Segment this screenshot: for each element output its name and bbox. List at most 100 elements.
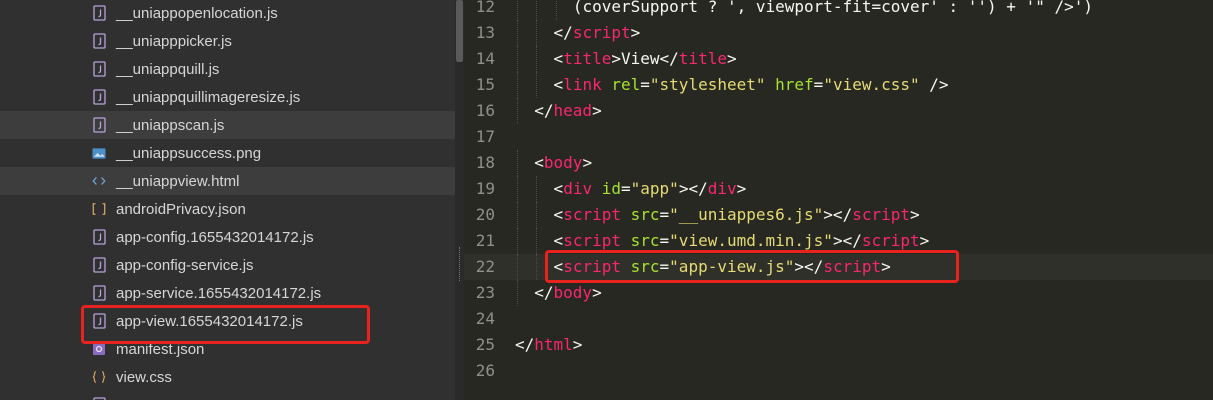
js-file-icon xyxy=(92,60,106,78)
code-token: > xyxy=(592,101,602,120)
code-token: /> xyxy=(919,75,949,94)
indent-guide xyxy=(536,46,538,72)
file-tree-item[interactable]: __uniappscan.js xyxy=(0,111,455,139)
pane-splitter-grip[interactable] xyxy=(459,247,462,281)
code-token: </ xyxy=(515,335,535,354)
code-line[interactable]: 17 xyxy=(464,124,1213,150)
indent-guide xyxy=(517,254,518,280)
code-token: script xyxy=(861,231,920,250)
file-tree-item[interactable]: app-config-service.js xyxy=(0,251,455,279)
file-name: __uniappsuccess.png xyxy=(116,144,262,162)
code-line[interactable]: 20 <script src="__uniappes6.js"></script> xyxy=(464,202,1213,228)
line-number: 12 xyxy=(475,0,495,16)
line-number: 24 xyxy=(475,309,495,328)
code-editor[interactable]: 12 (coverSupport ? ', viewport-fit=cover'… xyxy=(464,0,1213,400)
file-tree-item[interactable]: androidPrivacy.json xyxy=(0,195,455,223)
code-token: </ xyxy=(534,101,554,120)
code-line[interactable]: 24 xyxy=(464,306,1213,332)
code-token: > xyxy=(910,205,920,224)
line-number: 17 xyxy=(475,127,495,146)
line-code: <title>View</title> xyxy=(554,46,737,72)
code-token: < xyxy=(553,179,564,198)
file-tree-item[interactable]: __uniappopenlocation.js xyxy=(0,0,455,27)
css-file-icon-glyph xyxy=(92,371,106,383)
indent-guide xyxy=(536,0,538,20)
file-name: app-service.1655432014172.js xyxy=(116,284,322,302)
line-number: 20 xyxy=(475,205,495,224)
code-line[interactable]: 23 </body> xyxy=(464,280,1213,306)
file-tree-item[interactable]: __uniappview.html xyxy=(0,167,455,195)
file-name: __uniapppicker.js xyxy=(116,32,232,50)
line-number: 21 xyxy=(475,231,495,250)
code-line[interactable]: 12 (coverSupport ? ', viewport-fit=cover'… xyxy=(464,0,1213,20)
indent-guide xyxy=(517,72,518,98)
indent-guide xyxy=(536,228,538,254)
indent-guide xyxy=(517,0,518,20)
indent-guide xyxy=(517,228,518,254)
code-token: > xyxy=(630,23,641,42)
json-file-icon-glyph xyxy=(92,203,106,215)
line-number: 26 xyxy=(475,361,495,380)
code-token: body xyxy=(543,153,583,172)
line-code: </head> xyxy=(534,98,601,124)
sidebar-scrollbar[interactable] xyxy=(455,0,464,400)
code-token: < xyxy=(553,205,564,224)
code-token: < xyxy=(553,231,564,250)
line-number: 25 xyxy=(475,335,495,354)
code-line[interactable]: 15 <link rel="stylesheet" href="view.css"… xyxy=(464,72,1213,98)
line-number: 19 xyxy=(475,179,495,198)
file-tree-item[interactable]: __uniappquillimageresize.js xyxy=(0,83,455,111)
line-code: </body> xyxy=(534,280,601,306)
line-code: <link rel="stylesheet" href="view.css" /… xyxy=(554,72,949,98)
file-tree-item[interactable]: app-config.1655432014172.js xyxy=(0,223,455,251)
code-token: = xyxy=(813,75,824,94)
code-line[interactable]: 19 <div id="app"></div> xyxy=(464,176,1213,202)
line-code: <script src="__uniappes6.js"></script> xyxy=(554,202,920,228)
indent-guide xyxy=(517,202,518,228)
indent-guide xyxy=(536,72,538,98)
code-token: > xyxy=(592,283,602,302)
code-token: head xyxy=(553,101,593,120)
js-file-icon-glyph xyxy=(92,5,106,21)
code-line[interactable]: 16 </head> xyxy=(464,98,1213,124)
js-file-icon xyxy=(92,228,106,246)
file-tree-item[interactable]: __uniapppicker.js xyxy=(0,27,455,55)
html-file-icon-glyph xyxy=(92,177,106,185)
line-code: <div id="app"></div> xyxy=(554,176,747,202)
file-name: app-config-service.js xyxy=(116,256,254,274)
code-token: div xyxy=(563,179,593,198)
code-token: "view.umd.min.js" xyxy=(669,231,833,250)
code-line[interactable]: 25 </html> xyxy=(464,332,1213,358)
code-token: html xyxy=(534,335,573,354)
code-line[interactable]: 13 </script> xyxy=(464,20,1213,46)
file-name: app-config.1655432014172.js xyxy=(116,228,314,246)
code-line[interactable]: 18 <body> xyxy=(464,150,1213,176)
indent-guide xyxy=(536,176,538,202)
indent-guide xyxy=(517,150,518,176)
code-token: href xyxy=(775,75,814,94)
code-token: src xyxy=(630,231,660,250)
line-code: </html> xyxy=(515,332,582,358)
indent-guide xyxy=(555,0,557,20)
file-name: __uniappscan.js xyxy=(116,116,225,134)
file-tree-item[interactable]: app-service.1655432014172.js xyxy=(0,279,455,307)
code-token: div xyxy=(707,179,737,198)
line-number: 15 xyxy=(475,75,495,94)
code-token: < xyxy=(553,49,564,68)
code-line[interactable]: 26 xyxy=(464,358,1213,384)
html-file-icon xyxy=(92,172,106,190)
file-tree-item[interactable]: view.css xyxy=(0,363,455,391)
file-tree-item[interactable]: __uniappsuccess.png xyxy=(0,139,455,167)
code-token: "stylesheet" xyxy=(649,75,766,94)
code-token: id xyxy=(601,179,621,198)
sidebar-scrollbar-thumb[interactable] xyxy=(456,0,463,62)
manifest-file-icon-glyph xyxy=(93,343,105,355)
file-tree-item[interactable] xyxy=(0,391,455,400)
file-tree-item[interactable]: __uniappquill.js xyxy=(0,55,455,83)
js-file-icon-glyph xyxy=(92,61,106,77)
indent-guide xyxy=(517,280,518,306)
code-token: = xyxy=(621,179,631,198)
code-line[interactable]: 14 <title>View</title> xyxy=(464,46,1213,72)
